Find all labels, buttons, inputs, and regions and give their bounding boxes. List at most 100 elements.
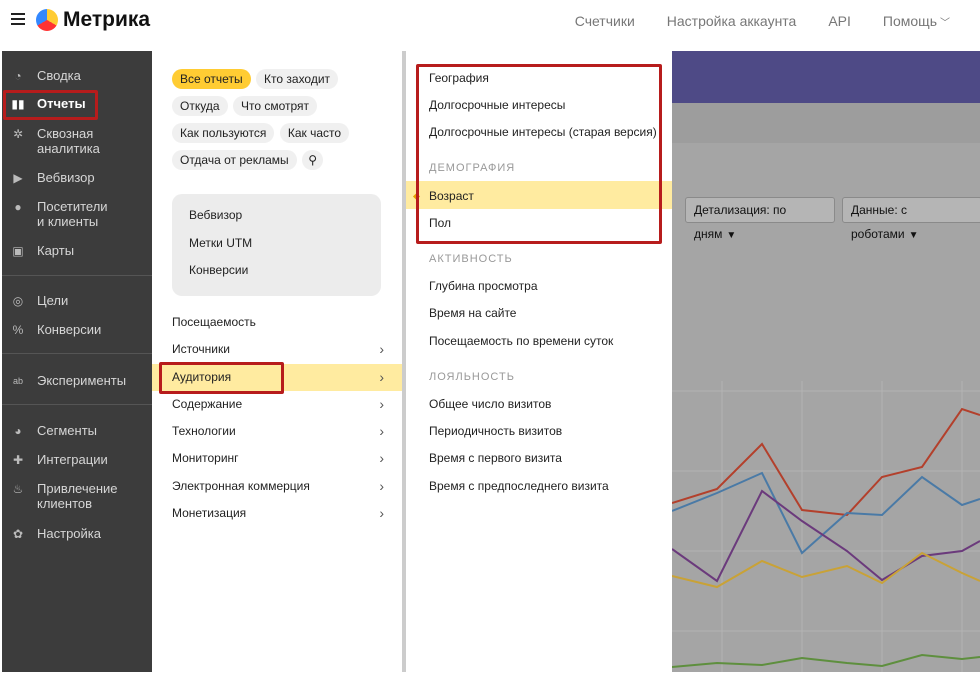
percent-icon: %	[12, 322, 24, 337]
sidebar-divider	[2, 275, 152, 276]
sidebar-item-webvisor[interactable]: ▶ Вебвизор	[2, 170, 152, 186]
search-icon[interactable]: ⚲	[302, 150, 324, 170]
chevron-right-icon: ›	[379, 341, 384, 358]
report-header-band	[672, 51, 980, 103]
data-dropdown-label: Данные: с роботами	[851, 203, 908, 241]
highlight-demography	[416, 64, 662, 244]
category-ecommerce[interactable]: Электронная коммерция ›	[152, 473, 402, 500]
submenu-time-on-site[interactable]: Время на сайте	[429, 306, 516, 320]
sidebar-item-label: Интеграции	[37, 452, 108, 467]
data-dropdown[interactable]: Данные: с роботами ▼	[842, 197, 980, 241]
gear-icon: ✿	[12, 526, 24, 541]
sidebar-item-integrations[interactable]: ✚ Интеграции	[2, 452, 152, 468]
nav-counters[interactable]: Счетчики	[575, 13, 635, 29]
sidebar-item-visitors[interactable]: ● Посетители и клиенты	[2, 199, 152, 229]
dashboard-icon: ◔	[14, 68, 22, 83]
chip-from-where[interactable]: Откуда	[172, 96, 228, 116]
chart-grid	[672, 381, 980, 672]
metrika-logo-icon[interactable]	[36, 9, 58, 31]
sidebar: ◔ Сводка ▮▮ Отчеты ✲ Сквозная аналитика …	[2, 51, 152, 672]
sidebar-item-label: Привлечение клиентов	[37, 481, 118, 511]
series-line-green	[672, 653, 980, 668]
sidebar-item-label: Эксперименты	[37, 373, 127, 388]
report-subheader	[672, 103, 980, 143]
end-to-end-analytics-icon: ✲	[12, 126, 24, 141]
submenu-time-since-prev[interactable]: Время с предпоследнего визита	[429, 479, 609, 493]
category-label: Монетизация	[172, 506, 247, 521]
sidebar-item-label: Сквозная аналитика	[37, 126, 100, 156]
play-icon: ▶	[13, 170, 23, 185]
nav-help-label[interactable]: Помощь	[883, 13, 937, 29]
category-label: Посещаемость	[172, 315, 256, 329]
quick-links-box: Вебвизор Метки UTM Конверсии	[172, 194, 381, 296]
chip-who[interactable]: Кто заходит	[256, 69, 339, 89]
category-label: Содержание	[172, 396, 243, 411]
sidebar-item-label: Сводка	[37, 68, 81, 83]
chevron-down-icon: ﹀	[940, 18, 950, 29]
submenu-time-since-first[interactable]: Время с первого визита	[429, 451, 562, 465]
sidebar-item-label: Конверсии	[37, 322, 102, 337]
category-label: Технологии	[172, 424, 236, 439]
report-filter-chips: Все отчеты Кто заходит Откуда Что смотря…	[172, 69, 387, 177]
quick-link-utm[interactable]: Метки UTM	[189, 236, 364, 264]
background-line-chart	[672, 381, 980, 672]
submenu-total-visits[interactable]: Общее число визитов	[429, 397, 551, 411]
submenu-page-depth[interactable]: Глубина просмотра	[429, 279, 538, 293]
highlight-audience	[159, 362, 284, 394]
chip-what-viewed[interactable]: Что смотрят	[232, 96, 318, 116]
nav-account-settings[interactable]: Настройка аккаунта	[667, 13, 797, 29]
app-logo-text[interactable]: Метрика	[63, 8, 150, 32]
menu-icon[interactable]	[11, 13, 25, 25]
quick-link-conversions[interactable]: Конверсии	[189, 263, 364, 291]
sidebar-item-segments[interactable]: ◕ Сегменты	[2, 423, 152, 439]
chip-all-reports[interactable]: Все отчеты	[172, 69, 251, 89]
flame-icon: ♨	[12, 481, 24, 496]
chevron-down-icon: ▼	[726, 230, 737, 241]
category-label: Источники	[172, 342, 230, 357]
category-label: Мониторинг	[172, 451, 239, 466]
chevron-right-icon: ›	[379, 477, 384, 494]
category-traffic[interactable]: Посещаемость	[152, 309, 402, 336]
chevron-right-icon: ›	[379, 423, 384, 440]
sidebar-item-summary[interactable]: ◔ Сводка	[2, 68, 152, 84]
category-monetization[interactable]: Монетизация ›	[152, 500, 402, 527]
pie-icon: ◕	[14, 423, 22, 438]
chevron-right-icon: ›	[379, 505, 384, 522]
sidebar-item-label: Карты	[37, 243, 75, 258]
quick-link-webvisor[interactable]: Вебвизор	[189, 208, 364, 236]
submenu-traffic-by-hour[interactable]: Посещаемость по времени суток	[429, 334, 613, 348]
sidebar-item-end-to-end[interactable]: ✲ Сквозная аналитика	[2, 126, 152, 156]
category-content[interactable]: Содержание ›	[152, 391, 402, 418]
map-icon: ▣	[12, 243, 24, 258]
category-sources[interactable]: Источники ›	[152, 336, 402, 363]
sidebar-item-conversions[interactable]: % Конверсии	[2, 322, 152, 338]
sidebar-divider	[2, 353, 152, 354]
chip-ad-return[interactable]: Отдача от рекламы	[172, 150, 297, 170]
nav-help[interactable]: Помощь ﹀	[883, 13, 950, 29]
sidebar-item-label: Сегменты	[37, 423, 98, 438]
category-technologies[interactable]: Технологии ›	[152, 418, 402, 445]
sidebar-item-experiments[interactable]: ab Эксперименты	[2, 373, 152, 389]
person-icon: ●	[14, 199, 22, 214]
category-monitoring[interactable]: Мониторинг ›	[152, 445, 402, 472]
report-categories: Посещаемость Источники › Аудитория › Содер…	[152, 309, 402, 527]
sidebar-item-settings[interactable]: ✿ Настройка	[2, 526, 152, 542]
sidebar-item-goals[interactable]: ◎ Цели	[2, 293, 152, 309]
series-line-purple	[672, 489, 980, 583]
chevron-right-icon: ›	[379, 450, 384, 467]
series-line-yellow	[672, 551, 980, 589]
sidebar-item-acquisition[interactable]: ♨ Привлечение клиентов	[2, 481, 152, 511]
sidebar-item-label: Цели	[37, 293, 69, 308]
sidebar-item-maps[interactable]: ▣ Карты	[2, 243, 152, 259]
chevron-right-icon: ›	[379, 368, 384, 385]
chip-how-often[interactable]: Как часто	[279, 123, 350, 143]
series-line-red	[672, 407, 980, 517]
chevron-right-icon: ›	[379, 395, 384, 412]
detail-dropdown-label: Детализация: по дням	[694, 203, 787, 241]
nav-api[interactable]: API	[828, 13, 851, 29]
chip-how-used[interactable]: Как пользуются	[172, 123, 275, 143]
target-icon: ◎	[12, 293, 24, 308]
detail-dropdown[interactable]: Детализация: по дням ▼	[685, 197, 835, 241]
submenu-visit-frequency[interactable]: Периодичность визитов	[429, 424, 562, 438]
sidebar-item-label: Настройка	[37, 526, 101, 541]
